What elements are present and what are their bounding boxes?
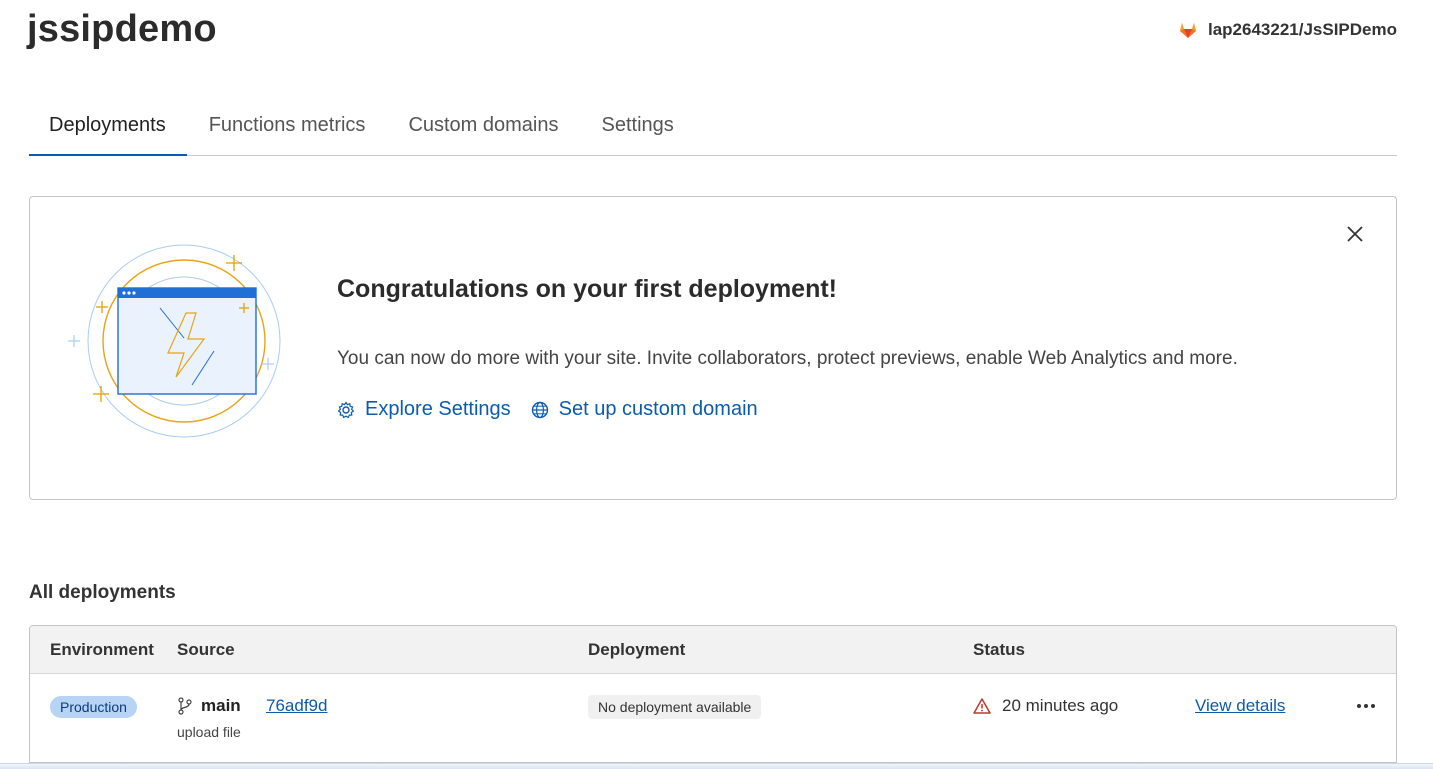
column-deployment: Deployment [588,640,686,659]
banner-links: Explore Settings Set up custom domain [337,398,758,421]
deployment-status-chip: No deployment available [588,695,762,719]
repo-link[interactable]: lap2643221/JsSIPDemo [1178,20,1397,40]
explore-settings-link[interactable]: Explore Settings [337,398,511,421]
source-branch: main [177,696,241,716]
page-title: jssipdemo [27,8,217,50]
deployment-illustration [68,243,288,453]
status-cell: 20 minutes ago [973,696,1118,716]
page: jssipdemo lap2643221/JsSIPDemo Deploymen… [0,0,1433,769]
environment-badge: Production [50,696,137,718]
gear-icon [337,400,355,419]
deployments-table: Environment Source Deployment Status Pro… [29,625,1397,763]
tab-bar: Deployments Functions metrics Custom dom… [29,100,1397,156]
more-actions-button[interactable] [1355,698,1377,714]
column-environment: Environment [50,640,154,659]
warning-icon [973,697,991,715]
custom-domain-label: Set up custom domain [558,398,758,420]
more-icon [1357,704,1375,708]
commit-link[interactable]: 76adf9d [266,696,327,716]
gitlab-icon [1178,20,1198,40]
window-bottom-edge [0,763,1433,769]
tab-settings[interactable]: Settings [582,100,695,156]
tab-functions-metrics[interactable]: Functions metrics [189,100,387,156]
close-banner-button[interactable] [1344,223,1366,245]
tab-custom-domains[interactable]: Custom domains [388,100,579,156]
banner-heading: Congratulations on your first deployment… [337,275,838,303]
column-source: Source [177,640,235,659]
globe-icon [531,401,549,419]
all-deployments-heading: All deployments [29,582,176,603]
tab-deployments[interactable]: Deployments [29,100,187,156]
table-row: Production main 76adf9d upload file No d… [30,674,1396,762]
repo-label: lap2643221/JsSIPDemo [1207,20,1397,39]
view-details-link[interactable]: View details [1195,696,1285,716]
branch-name: main [201,696,241,715]
explore-settings-label: Explore Settings [365,398,511,420]
column-status: Status [973,640,1025,659]
first-deployment-banner: Congratulations on your first deployment… [29,196,1397,500]
source-note: upload file [177,724,241,740]
git-branch-icon [177,697,193,715]
table-header: Environment Source Deployment Status [30,626,1396,674]
banner-description: You can now do more with your site. Invi… [337,348,1238,369]
close-icon [1347,226,1363,242]
custom-domain-link[interactable]: Set up custom domain [531,398,758,421]
status-time: 20 minutes ago [1002,696,1119,715]
